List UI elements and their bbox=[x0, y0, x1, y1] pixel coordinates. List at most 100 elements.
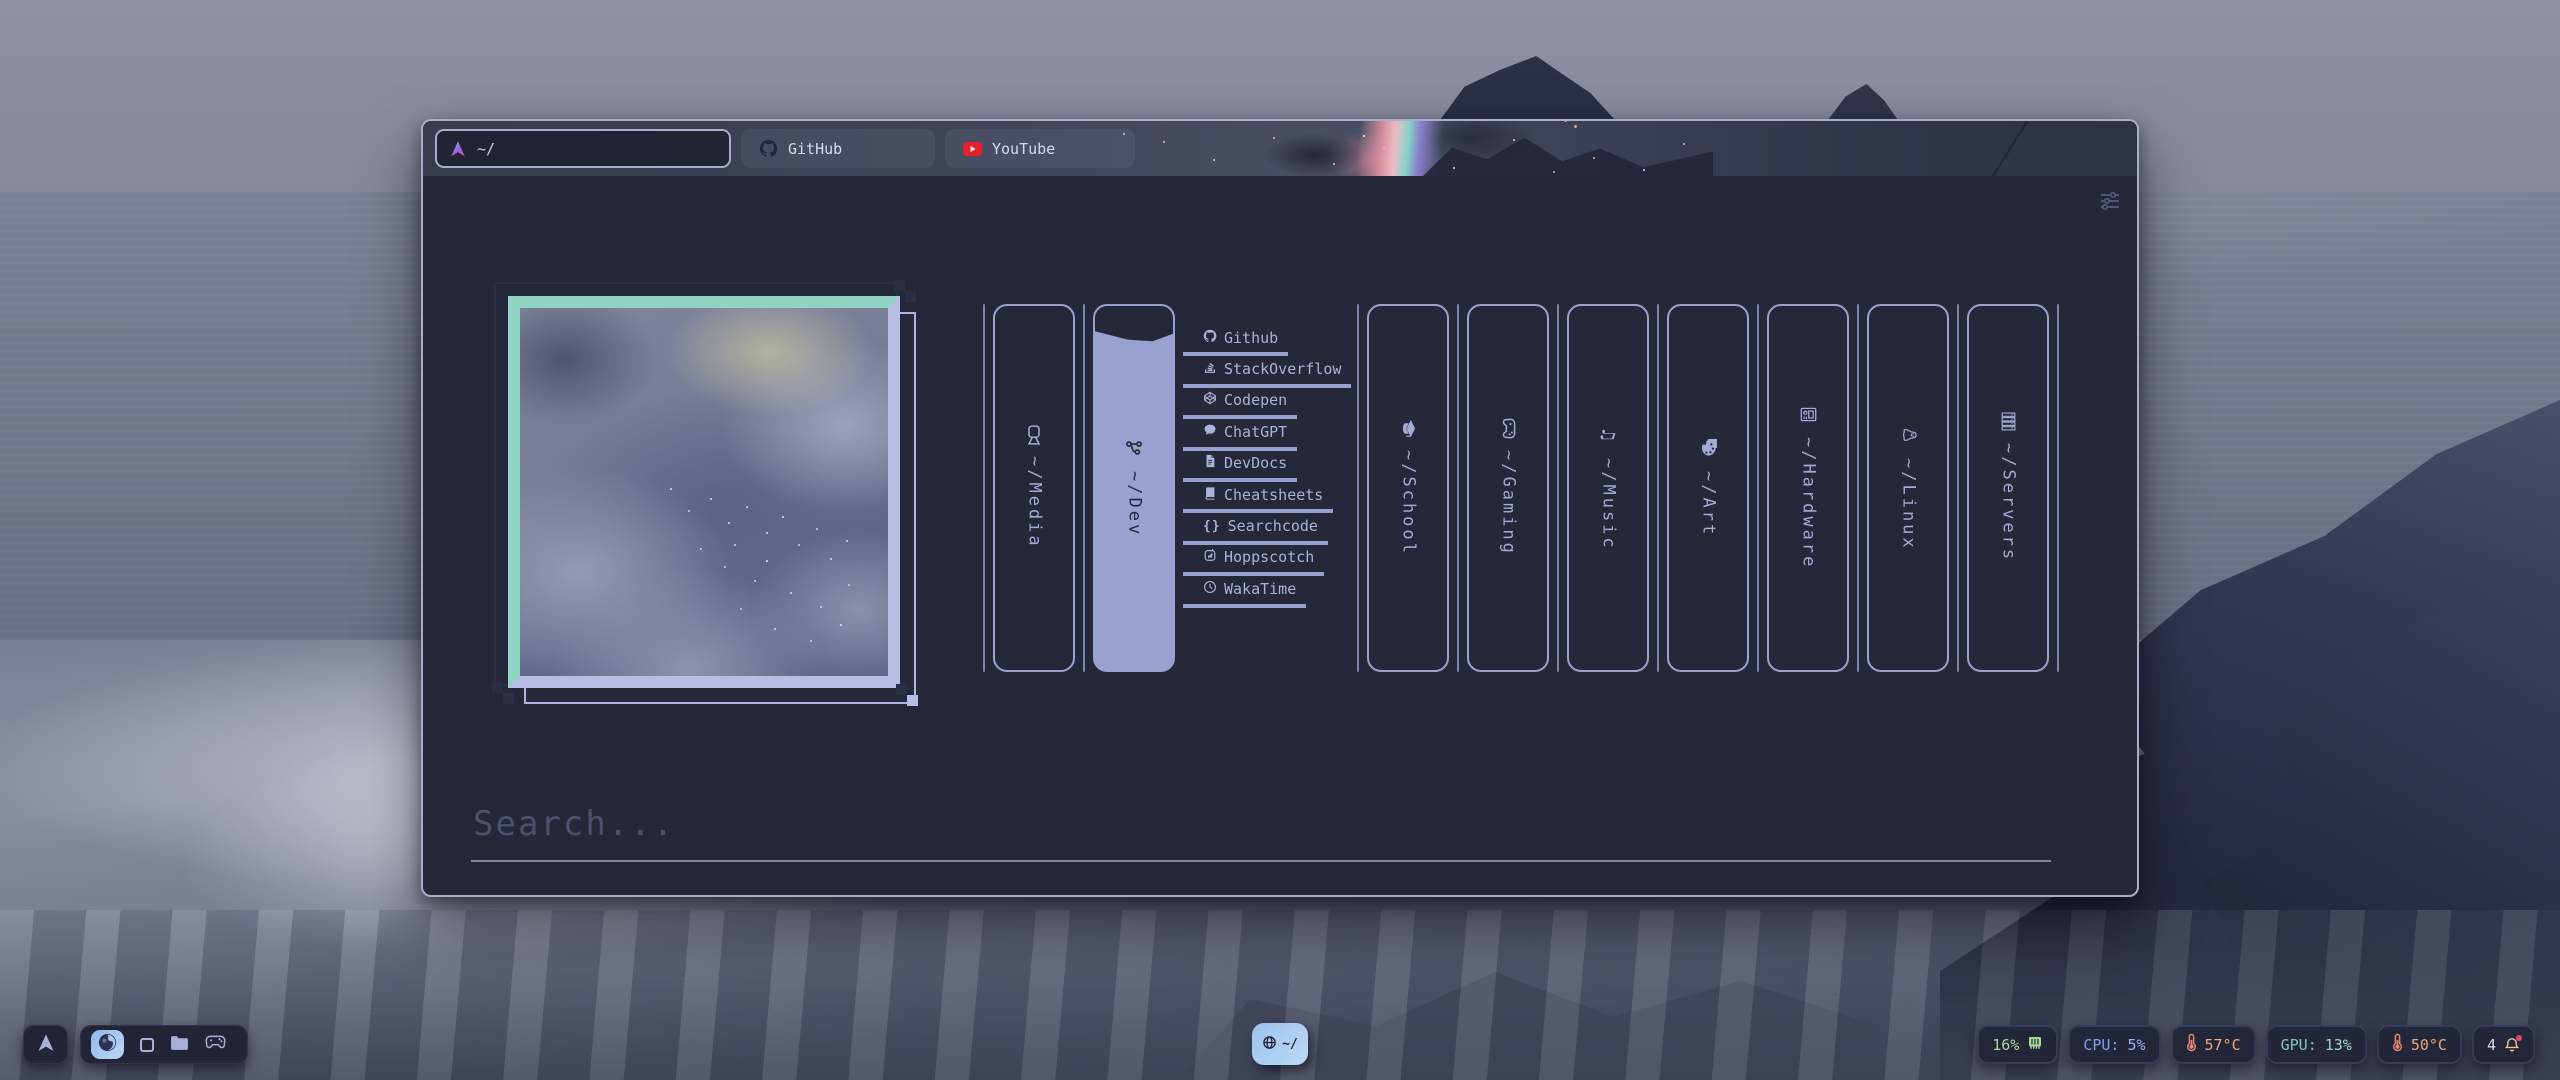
dev-link-cheatsheets[interactable]: Cheatsheets bbox=[1183, 482, 1333, 513]
bell-icon bbox=[2504, 1037, 2520, 1053]
url-bar[interactable]: ~/ bbox=[435, 129, 731, 168]
arch-icon bbox=[449, 140, 467, 158]
stat-memory[interactable]: 16% bbox=[1977, 1025, 2058, 1064]
dock-item-games[interactable] bbox=[205, 1035, 226, 1054]
shelf-divider bbox=[1557, 304, 1559, 672]
spine-music[interactable]: ♫ ~/Music bbox=[1567, 304, 1649, 672]
artwork-frame bbox=[508, 296, 900, 688]
hoppscotch-icon bbox=[1203, 548, 1217, 566]
stat-gpu-temp[interactable]: 50°C bbox=[2377, 1025, 2462, 1064]
shelf-divider bbox=[1083, 304, 1085, 672]
dev-link-devdocs[interactable]: DevDocs bbox=[1183, 451, 1297, 482]
graduation-cap-icon bbox=[1401, 419, 1416, 438]
gpu-value: 13% bbox=[2325, 1036, 2352, 1054]
spine-dev-notch bbox=[1095, 306, 1173, 348]
dev-link-label: Searchcode bbox=[1228, 517, 1318, 535]
launcher-button[interactable] bbox=[23, 1025, 68, 1064]
gamepad-icon bbox=[1501, 418, 1516, 439]
dev-link-label: Hoppscotch bbox=[1224, 548, 1314, 566]
thermometer-icon bbox=[2392, 1033, 2403, 1056]
shelf-divider bbox=[1357, 304, 1359, 672]
firefox-icon bbox=[97, 1032, 118, 1057]
spine-media[interactable]: ~/Media bbox=[993, 304, 1075, 672]
dev-link-github[interactable]: Github bbox=[1183, 325, 1288, 356]
search-input[interactable] bbox=[471, 804, 2051, 862]
dev-link-hoppscotch[interactable]: Hoppscotch bbox=[1183, 545, 1324, 576]
git-branch-icon bbox=[1125, 439, 1143, 457]
tab-label: YouTube bbox=[992, 140, 1055, 158]
search-box bbox=[471, 804, 2051, 862]
arch-icon bbox=[36, 1033, 56, 1057]
dev-link-label: StackOverflow bbox=[1224, 360, 1341, 378]
artwork-image bbox=[508, 296, 900, 688]
sliders-icon[interactable] bbox=[2097, 190, 2123, 216]
gpu-label: GPU: bbox=[2281, 1036, 2317, 1054]
spine-label: ~/Hardware bbox=[1800, 437, 1817, 569]
cpu-temp-value: 57°C bbox=[2205, 1036, 2241, 1054]
spine-label: ~/Art bbox=[1700, 471, 1717, 537]
github-icon bbox=[759, 139, 778, 158]
spine-school[interactable]: ~/School bbox=[1367, 304, 1449, 672]
motherboard-icon bbox=[1800, 406, 1817, 423]
spine-linux[interactable]: ~/Linux bbox=[1867, 304, 1949, 672]
spine-art[interactable]: ~/Art bbox=[1667, 304, 1749, 672]
shelf-divider bbox=[1757, 304, 1759, 672]
dev-link-label: WakaTime bbox=[1224, 580, 1296, 598]
gamepad-icon bbox=[205, 1035, 226, 1054]
spine-servers[interactable]: ~/Servers bbox=[1967, 304, 2049, 672]
dev-link-label: DevDocs bbox=[1224, 454, 1287, 472]
tab-bar: ~/ GitHub YouTube bbox=[423, 121, 2137, 176]
youtube-icon bbox=[963, 142, 982, 156]
memory-value: 16% bbox=[1992, 1036, 2019, 1054]
stat-notifications[interactable]: 4 bbox=[2472, 1025, 2535, 1064]
tab-youtube[interactable]: YouTube bbox=[945, 129, 1135, 168]
shelf-divider bbox=[1457, 304, 1459, 672]
dev-link-label: Github bbox=[1224, 329, 1278, 347]
spine-hardware[interactable]: ~/Hardware bbox=[1767, 304, 1849, 672]
dev-link-wakatime[interactable]: WakaTime bbox=[1183, 576, 1306, 607]
stat-cpu[interactable]: CPU: 5% bbox=[2068, 1025, 2160, 1064]
taskbar-active-window[interactable]: ~/ bbox=[1252, 1023, 1308, 1065]
thermometer-icon bbox=[2186, 1033, 2197, 1056]
ram-icon bbox=[2027, 1035, 2043, 1054]
tab-github[interactable]: GitHub bbox=[741, 129, 935, 168]
tab-label: GitHub bbox=[788, 140, 842, 158]
server-rack-icon bbox=[2001, 412, 2016, 431]
cpu-label: CPU: bbox=[2083, 1036, 2119, 1054]
braces-icon: {} bbox=[1203, 519, 1221, 534]
frame-handle bbox=[896, 684, 907, 695]
dock-item-window[interactable] bbox=[140, 1038, 154, 1052]
window-outline-icon bbox=[140, 1038, 154, 1052]
spine-label: ~/Media bbox=[1026, 456, 1043, 549]
shelf-divider bbox=[2057, 304, 2059, 672]
dev-link-searchcode[interactable]: {} Searchcode bbox=[1183, 513, 1328, 544]
frame-handle bbox=[503, 693, 514, 704]
dev-link-label: Codepen bbox=[1224, 391, 1287, 409]
stat-gpu[interactable]: GPU: 13% bbox=[2266, 1025, 2367, 1064]
dev-link-stackoverflow[interactable]: StackOverflow bbox=[1183, 356, 1351, 387]
spine-gaming[interactable]: ~/Gaming bbox=[1467, 304, 1549, 672]
folder-icon bbox=[170, 1035, 189, 1054]
dev-link-label: ChatGPT bbox=[1224, 423, 1287, 441]
dev-link-label: Cheatsheets bbox=[1224, 486, 1323, 504]
shelf-divider bbox=[1657, 304, 1659, 672]
frame-handle bbox=[907, 695, 918, 706]
dev-link-chatgpt[interactable]: ChatGPT bbox=[1183, 419, 1297, 450]
shelf-divider bbox=[983, 304, 985, 672]
frame-handle bbox=[905, 291, 916, 302]
notification-count: 4 bbox=[2487, 1036, 2496, 1054]
shelf-divider bbox=[1857, 304, 1859, 672]
active-window-title: ~/ bbox=[1282, 1037, 1298, 1052]
notification-badge bbox=[2516, 1035, 2522, 1041]
dev-links-panel: Github StackOverflow bbox=[1183, 304, 1349, 672]
dev-link-codepen[interactable]: Codepen bbox=[1183, 388, 1297, 419]
spine-dev[interactable]: ~/Dev bbox=[1093, 304, 1175, 672]
dock-item-firefox[interactable] bbox=[91, 1030, 124, 1059]
tabbar-art-dots bbox=[1574, 125, 1577, 128]
dock-item-files[interactable] bbox=[170, 1035, 189, 1054]
frame-handle bbox=[894, 280, 905, 291]
shelf-divider bbox=[1957, 304, 1959, 672]
palette-icon bbox=[1699, 439, 1717, 457]
spine-label: ~/Linux bbox=[1900, 458, 1917, 551]
stat-cpu-temp[interactable]: 57°C bbox=[2171, 1025, 2256, 1064]
